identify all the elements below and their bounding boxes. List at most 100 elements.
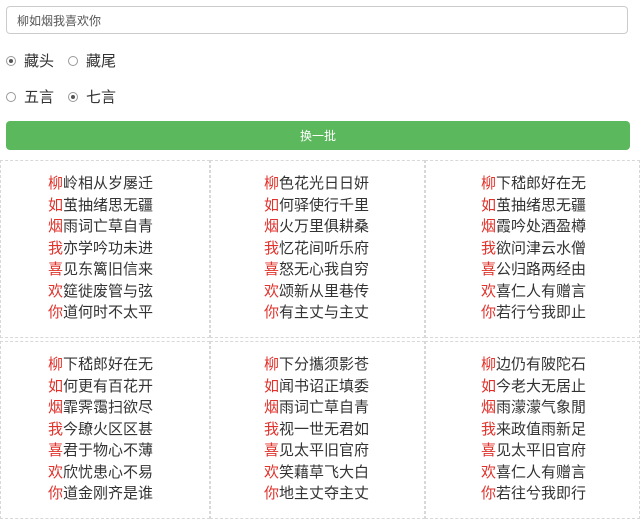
poem-line: 我亦学吟功未进	[48, 238, 153, 260]
poem-line: 柳下嵇郎好在无	[48, 354, 153, 376]
poem-line: 如何驿使行千里	[264, 195, 369, 217]
poem-line-rest: 色花光日日妍	[279, 174, 370, 192]
poem-line-rest: 今老大无居止	[496, 376, 587, 395]
poem-line: 你地主丈夺主丈	[264, 483, 369, 505]
poem-line-rest: 岭相从岁屡迁	[63, 174, 154, 192]
poem-card: 柳下嵇郎好在无 如茧抽绪思无疆 烟霞吟处酒盈樽 我欲问津云水僧 喜公归路两经由 欢喜仁人有…	[425, 160, 640, 338]
poem-line: 我视一世无君如	[264, 419, 369, 441]
poem-line-first-char: 喜	[481, 260, 497, 278]
poem-line-rest: 喜仁人有赠言	[496, 462, 587, 481]
poem-line: 喜见东篱旧信来	[48, 259, 153, 281]
poem-line-rest: 君于物心不薄	[63, 441, 154, 459]
radio-tail-label: 藏尾	[86, 52, 117, 70]
poem-line-rest: 若行兮我即止	[496, 303, 587, 321]
radio-seven-dot[interactable]	[68, 91, 79, 102]
poem-line-first-char: 你	[481, 484, 497, 502]
poem-line-first-char: 我	[48, 238, 64, 257]
poem-line-rest: 来政值雨新足	[496, 419, 587, 438]
poem-line-first-char: 你	[264, 303, 280, 321]
poem-line-first-char: 如	[264, 376, 280, 395]
poem-card: 柳下嵇郎好在无 如何更有百花开 烟霏霁霭扫欲尽 我今镽火区区甚 喜君于物心不薄 欢欣忧患心…	[0, 341, 210, 519]
radio-five[interactable]: 五言	[6, 86, 54, 107]
poem-line-first-char: 你	[48, 303, 64, 321]
poem-line-first-char: 我	[481, 419, 497, 438]
poem-line-rest: 霏霁霭扫欲尽	[63, 398, 154, 416]
poem-line-rest: 见太平旧官府	[279, 441, 370, 459]
poem-line: 欢欣忧患心不易	[48, 462, 153, 484]
poem-line-first-char: 我	[264, 238, 280, 257]
poem-line-rest: 地主丈夺主丈	[279, 484, 370, 502]
poem-line-first-char: 喜	[481, 441, 497, 459]
poem-line-first-char: 烟	[481, 398, 497, 416]
poem-line-rest: 公归路两经由	[496, 260, 587, 278]
poem-line-rest: 见太平旧官府	[496, 441, 587, 459]
poem-line-first-char: 柳	[48, 355, 64, 373]
poem-line-first-char: 柳	[264, 174, 280, 192]
poem-line-rest: 下嵇郎好在无	[496, 174, 587, 192]
position-radio-group: 藏头 藏尾	[6, 50, 130, 71]
poem-line-rest: 欲问津云水僧	[496, 238, 587, 257]
poem-line: 欢筵徙废管与弦	[48, 281, 153, 303]
poem-line-first-char: 欢	[481, 462, 497, 481]
poem-line: 你有主丈与主丈	[264, 302, 369, 324]
poem-line-first-char: 如	[48, 195, 64, 214]
poem-line: 欢喜仁人有赠言	[481, 462, 586, 484]
radio-seven[interactable]: 七言	[68, 86, 116, 107]
poem-line-rest: 道金刚齐是谁	[63, 484, 154, 502]
poem-line-first-char: 欢	[481, 281, 497, 300]
poem-line-rest: 欣忧患心不易	[63, 462, 154, 481]
poem-line-first-char: 烟	[264, 398, 280, 416]
poem-line-rest: 道何时不太平	[63, 303, 154, 321]
poem-line-rest: 怒无心我自穷	[279, 260, 370, 278]
poem-line-rest: 忆花间听乐府	[279, 238, 370, 257]
radio-five-label: 五言	[24, 88, 55, 106]
poem-line-first-char: 柳	[481, 355, 497, 373]
radio-head[interactable]: 藏头	[6, 50, 54, 71]
poem-text: 柳下嵇郎好在无 如何更有百花开 烟霏霁霭扫欲尽 我今镽火区区甚 喜君于物心不薄 欢欣忧患心…	[48, 354, 153, 505]
poem-line-rest: 何更有百花开	[63, 376, 154, 395]
poem-line: 柳下分攜须影苍	[264, 354, 369, 376]
poem-line-first-char: 烟	[48, 398, 64, 416]
poem-line-first-char: 喜	[48, 260, 64, 278]
poem-line-rest: 边仍有陂陀石	[496, 355, 587, 373]
radio-head-dot[interactable]	[6, 55, 16, 66]
poem-line-first-char: 喜	[48, 441, 64, 459]
radio-tail[interactable]: 藏尾	[68, 50, 116, 71]
poem-card: 柳下分攜须影苍 如闻书诏正填委 烟雨词亡草自青 我视一世无君如 喜见太平旧官府 欢笑藉草飞…	[210, 341, 425, 519]
poem-line-rest: 下嵇郎好在无	[63, 355, 154, 373]
radio-five-dot[interactable]	[6, 91, 16, 102]
poem-line: 烟火万里俱耕桑	[264, 216, 369, 238]
poem-line: 柳色花光日日妍	[264, 173, 369, 195]
poem-line-rest: 颂新从里巷传	[279, 281, 370, 300]
poem-line-rest: 见东篱旧信来	[63, 260, 154, 278]
poem-text: 柳色花光日日妍 如何驿使行千里 烟火万里俱耕桑 我忆花间听乐府 喜怒无心我自穷 欢颂新从里…	[264, 173, 369, 324]
poem-text: 柳岭相从岁屡迁 如茧抽绪思无疆 烟雨词亡草自青 我亦学吟功未进 喜见东篱旧信来 欢筵徙废管…	[48, 173, 153, 324]
poem-line-first-char: 你	[264, 484, 280, 502]
poem-line-rest: 茧抽绪思无疆	[496, 195, 587, 214]
poem-line-rest: 霞吟处酒盈樽	[496, 217, 587, 235]
poem-line: 柳岭相从岁屡迁	[48, 173, 153, 195]
poem-line-first-char: 如	[481, 376, 497, 395]
keyword-input[interactable]	[6, 6, 628, 34]
poem-line: 欢颂新从里巷传	[264, 281, 369, 303]
poem-line-first-char: 喜	[264, 260, 280, 278]
poem-line-first-char: 我	[481, 238, 497, 257]
poem-line-first-char: 你	[48, 484, 64, 502]
poem-line: 你道何时不太平	[48, 302, 153, 324]
poem-line-rest: 筵徙废管与弦	[63, 281, 154, 300]
poem-line-first-char: 如	[264, 195, 280, 214]
poem-line: 你若行兮我即止	[481, 302, 586, 324]
poem-line-first-char: 如	[481, 195, 497, 214]
poem-line-first-char: 欢	[264, 281, 280, 300]
poem-line-rest: 火万里俱耕桑	[279, 217, 370, 235]
poem-text: 柳下嵇郎好在无 如茧抽绪思无疆 烟霞吟处酒盈樽 我欲问津云水僧 喜公归路两经由 欢喜仁人有…	[481, 173, 586, 324]
radio-tail-dot[interactable]	[68, 55, 79, 66]
poem-line: 烟霞吟处酒盈樽	[481, 216, 586, 238]
poem-line-rest: 下分攜须影苍	[279, 355, 370, 373]
poem-line-first-char: 如	[48, 376, 64, 395]
refresh-button[interactable]: 换一批	[6, 121, 630, 150]
poem-line-first-char: 欢	[48, 281, 64, 300]
poem-line: 欢笑藉草飞大白	[264, 462, 369, 484]
poem-line-first-char: 欢	[264, 462, 280, 481]
poem-line: 欢喜仁人有赠言	[481, 281, 586, 303]
